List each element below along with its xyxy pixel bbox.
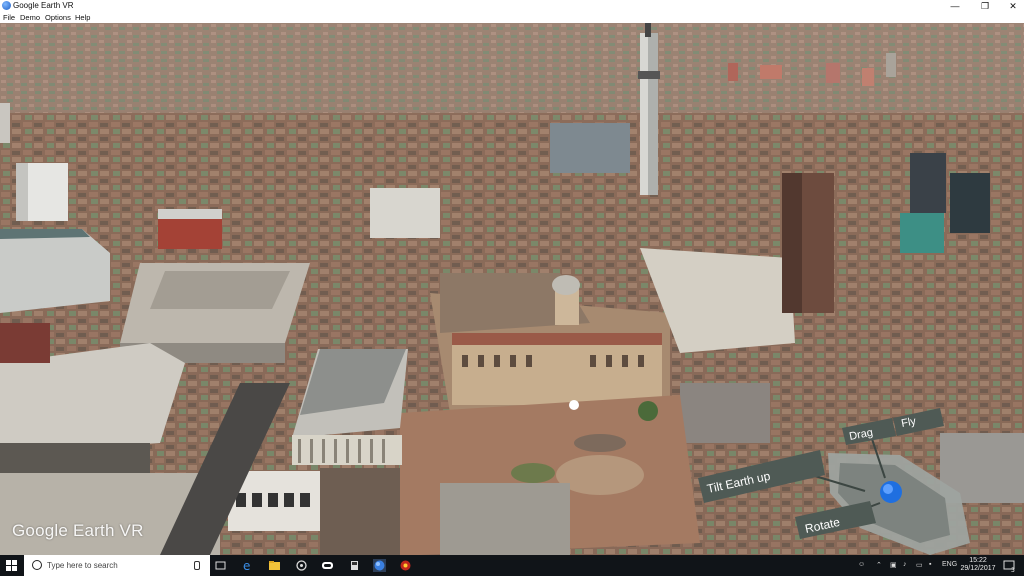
tray-app-icon[interactable]: ▪	[929, 561, 931, 568]
menu-demo[interactable]: Demo	[20, 12, 40, 23]
oculus-icon[interactable]	[321, 559, 334, 572]
edge-icon[interactable]: e	[242, 559, 255, 572]
title-bar: Google Earth VR — ❐ ✕	[0, 0, 1024, 12]
menu-help[interactable]: Help	[75, 12, 90, 23]
taskbar-search-box[interactable]: Type here to search	[24, 555, 210, 576]
menu-bar: File Demo Options Help	[0, 12, 1024, 23]
svg-text:e: e	[243, 559, 250, 572]
system-clock[interactable]: 15:22 29/12/2017	[958, 557, 998, 573]
microphone-icon[interactable]	[194, 561, 200, 570]
window-title: Google Earth VR	[13, 1, 74, 10]
menu-options[interactable]: Options	[45, 12, 71, 23]
volume-icon[interactable]: ♪	[903, 561, 907, 568]
windows-taskbar: Type here to search e ☺ ⌃ ▣ ♪ ▭ ▪ ENG 15…	[0, 555, 1024, 576]
file-explorer-icon[interactable]	[268, 559, 281, 572]
brand-google: Google	[12, 521, 69, 540]
google-earth-app-icon	[2, 1, 11, 10]
menu-file[interactable]: File	[3, 12, 15, 23]
network-icon[interactable]: ▣	[890, 561, 897, 569]
task-view-icon[interactable]	[214, 559, 227, 572]
minimize-button[interactable]: —	[940, 0, 970, 12]
maximize-button[interactable]: ❐	[970, 0, 1000, 12]
close-button[interactable]: ✕	[998, 0, 1024, 12]
notification-icon[interactable]: 3	[1003, 559, 1016, 572]
earth-vr-viewport[interactable]: Drag Fly Tilt Earth up Rotate Google Ear…	[0, 23, 1024, 555]
people-icon[interactable]: ☺	[858, 561, 865, 568]
clock-time: 15:22	[969, 557, 987, 564]
search-placeholder: Type here to search	[47, 561, 118, 570]
vr-controller-overlay: Drag Fly Tilt Earth up Rotate	[698, 408, 970, 555]
app-icon[interactable]	[348, 559, 361, 572]
input-language[interactable]: ENG	[942, 561, 957, 568]
search-icon	[32, 560, 42, 570]
red-app-icon[interactable]	[399, 559, 412, 572]
brand-earth-vr: Earth VR	[72, 521, 144, 540]
steam-vr-icon[interactable]	[295, 559, 308, 572]
google-earth-icon[interactable]	[373, 559, 386, 572]
battery-icon[interactable]: ▭	[916, 561, 923, 569]
clock-date: 29/12/2017	[960, 565, 996, 572]
google-earth-vr-logo: Google Earth VR	[12, 521, 144, 541]
chevron-up-icon[interactable]: ⌃	[876, 561, 882, 569]
windows-start-icon[interactable]	[0, 555, 22, 576]
notification-count: 3	[1011, 567, 1015, 572]
